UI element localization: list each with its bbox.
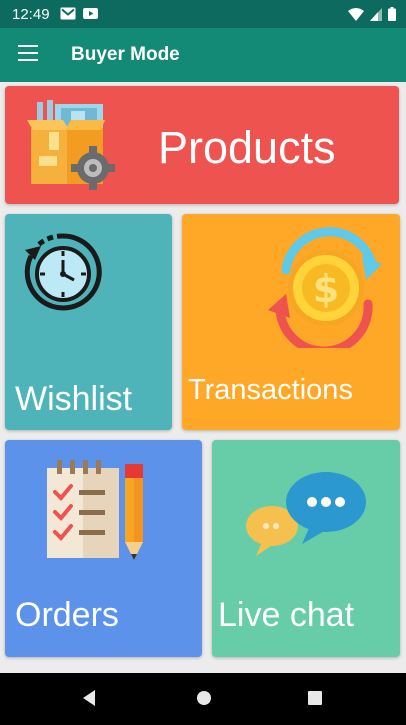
battery-icon [388,7,396,21]
dollar-exchange-icon: $ [268,227,382,348]
chat-bubbles-icon [246,472,366,556]
wishlist-label: Wishlist [15,380,133,418]
orders-label: Orders [15,596,119,634]
wifi-icon [348,7,364,21]
orders-tile[interactable]: Orders [5,440,202,657]
system-nav-bar [0,673,406,725]
home-icon[interactable] [194,688,214,708]
back-icon[interactable] [80,688,98,708]
checklist-pencil-icon [47,460,143,560]
hamburger-menu-icon[interactable] [18,45,38,63]
products-label: Products [158,122,336,173]
status-system-icons [348,7,396,21]
youtube-icon [83,8,98,19]
status-time: 12:49 [12,6,50,23]
transactions-label: Transactions [188,374,353,406]
box-gear-icon [27,100,115,190]
clock-history-icon [24,233,102,311]
livechat-tile[interactable]: Live chat [212,440,400,657]
svg-text:$: $ [313,267,339,311]
livechat-label: Live chat [218,596,355,634]
app-bar-title: Buyer Mode [71,44,180,65]
products-tile[interactable]: Products [5,86,399,204]
status-bar: 12:49 [0,0,406,28]
gmail-icon [60,7,76,20]
status-notification-icons [60,7,98,20]
app-bar: Buyer Mode [0,28,406,82]
transactions-tile[interactable]: $ Transactions [182,214,400,430]
wishlist-tile[interactable]: Wishlist [5,214,172,430]
signal-icon [370,7,382,21]
recents-icon[interactable] [306,688,324,708]
